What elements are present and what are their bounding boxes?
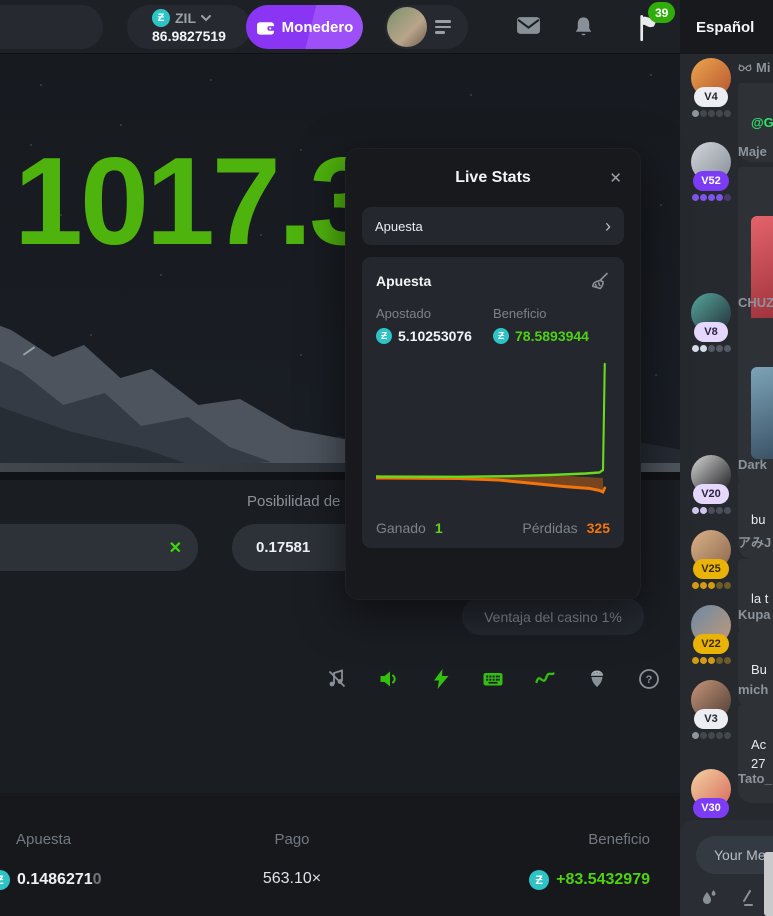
- losses-value: 325: [587, 520, 610, 536]
- chat-header: Español: [680, 0, 773, 54]
- close-icon[interactable]: ✕: [609, 169, 622, 187]
- zil-coin-icon: Ƶ: [529, 870, 549, 890]
- medal-icons: [692, 194, 731, 201]
- sound-icon[interactable]: [378, 668, 400, 690]
- win-chance-label: Posibilidad de: [247, 493, 340, 510]
- currency-code: ZIL: [175, 10, 196, 26]
- payout-value: 563.10×: [263, 870, 321, 888]
- wins-value: 1: [435, 520, 443, 536]
- vip-badge: V3: [694, 709, 728, 729]
- chevron-down-icon: [201, 15, 211, 22]
- goggles-icon: [738, 62, 752, 73]
- payout-input[interactable]: ✕: [0, 524, 198, 571]
- stats-mode-selector[interactable]: Apuesta ›: [362, 207, 624, 245]
- bet-amount-label: Apuesta: [16, 831, 102, 848]
- bet-result-bar: Apuesta Ƶ 0.14862710 Pago 563.10× Benefi…: [0, 793, 680, 916]
- turbo-bet-icon[interactable]: [430, 668, 452, 690]
- message-image[interactable]: [751, 367, 773, 459]
- zil-coin-icon: Ƶ: [0, 870, 10, 890]
- session-profit-label: Beneficio: [493, 306, 610, 321]
- wagered-value: Ƶ5.10253076: [376, 328, 493, 344]
- vip-badge: V8: [694, 322, 728, 342]
- chat-username[interactable]: CHUZ: [738, 295, 773, 310]
- slash-underscore-icon[interactable]: [738, 888, 756, 908]
- medal-icons: [692, 582, 731, 589]
- chat-message-input[interactable]: Your Me: [696, 836, 773, 874]
- medal-icons: [692, 507, 731, 514]
- bell-icon[interactable]: [572, 15, 595, 39]
- chat-username[interactable]: Maje: [738, 144, 773, 159]
- vip-badge: V30: [693, 798, 729, 818]
- top-bar: Ƶ ZIL 86.9827519 Monedero 39: [0, 0, 680, 54]
- losses-label: Pérdidas: [522, 520, 577, 536]
- balance-value: 86.9827519: [152, 28, 226, 44]
- multiplier-x-icon: ✕: [169, 538, 182, 558]
- zil-coin-icon: Ƶ: [376, 328, 392, 344]
- stats-card: Apuesta Apostado Ƶ5.10253076 Beneficio Ƶ…: [362, 257, 624, 548]
- notification-badge: 39: [648, 2, 675, 23]
- help-icon[interactable]: ?: [638, 668, 660, 690]
- chat-panel: V4 Mi @G V52 Maje: [680, 0, 773, 916]
- medal-icons: [692, 657, 731, 664]
- chat-username[interactable]: mich: [738, 682, 773, 697]
- language-selector[interactable]: Español: [696, 19, 754, 36]
- hotkeys-icon[interactable]: [482, 668, 504, 690]
- stats-card-title: Apuesta: [376, 273, 431, 289]
- chat-username[interactable]: Mi: [738, 60, 773, 75]
- header-left-stub: [0, 5, 103, 49]
- broom-icon[interactable]: [590, 271, 610, 291]
- menu-icon[interactable]: [435, 20, 451, 34]
- music-off-icon[interactable]: [326, 668, 348, 690]
- live-stats-panel: Live Stats ✕ Apuesta › Apuesta Apostado …: [345, 148, 641, 600]
- vip-badge: V22: [693, 634, 729, 654]
- user-avatar[interactable]: [387, 7, 427, 47]
- vip-badge: V52: [693, 171, 729, 191]
- vip-badge: V25: [693, 559, 729, 579]
- payout-label: Pago: [274, 831, 309, 848]
- profile-menu: [385, 5, 468, 49]
- wagered-label: Apostado: [376, 306, 493, 321]
- house-edge-chip: Ventaja del casino 1%: [462, 598, 644, 635]
- medal-icons: [692, 110, 731, 117]
- svg-text:?: ?: [646, 674, 653, 686]
- chat-username[interactable]: Dark: [738, 457, 773, 472]
- water-drops-icon[interactable]: [700, 888, 718, 908]
- bet-amount-value: Ƶ 0.14862710: [0, 870, 102, 890]
- currency-selector[interactable]: Ƶ ZIL 86.9827519: [127, 5, 251, 49]
- zil-coin-icon: Ƶ: [493, 328, 509, 344]
- profit-chart: [376, 358, 610, 510]
- app-root: Ƶ ZIL 86.9827519 Monedero 39 1017.3: [0, 0, 773, 916]
- acorn-icon[interactable]: [586, 668, 608, 690]
- wallet-button[interactable]: Monedero: [246, 5, 363, 49]
- wallet-label: Monedero: [282, 19, 354, 36]
- chat-username[interactable]: Tato_: [738, 771, 773, 786]
- chat-username[interactable]: Kupa: [738, 607, 773, 622]
- chevron-right-icon: ›: [605, 217, 611, 235]
- wins-label: Ganado: [376, 520, 426, 536]
- chat-input-container: Your Me: [680, 820, 773, 916]
- chat-username[interactable]: アみJ: [738, 532, 773, 551]
- profit-value: Ƶ +83.5432979: [529, 870, 650, 890]
- session-profit-value: Ƶ78.5893944: [493, 328, 610, 344]
- crash-multiplier: 1017.3: [14, 140, 375, 264]
- game-toolbar: ?: [326, 668, 660, 690]
- popup-panel-sliver: [764, 852, 773, 916]
- medal-icons: [692, 345, 731, 352]
- live-stats-icon[interactable]: [534, 668, 556, 690]
- vip-badge: V20: [693, 484, 729, 504]
- vip-badge: V4: [694, 87, 728, 107]
- wallet-icon: [256, 19, 275, 36]
- live-stats-title: Live Stats: [455, 169, 531, 187]
- zil-coin-icon: Ƶ: [152, 9, 170, 27]
- profit-label: Beneficio: [588, 831, 650, 848]
- mail-icon[interactable]: [516, 16, 541, 35]
- win-chance-value: 0.17581: [256, 539, 310, 556]
- medal-icons: [692, 732, 731, 739]
